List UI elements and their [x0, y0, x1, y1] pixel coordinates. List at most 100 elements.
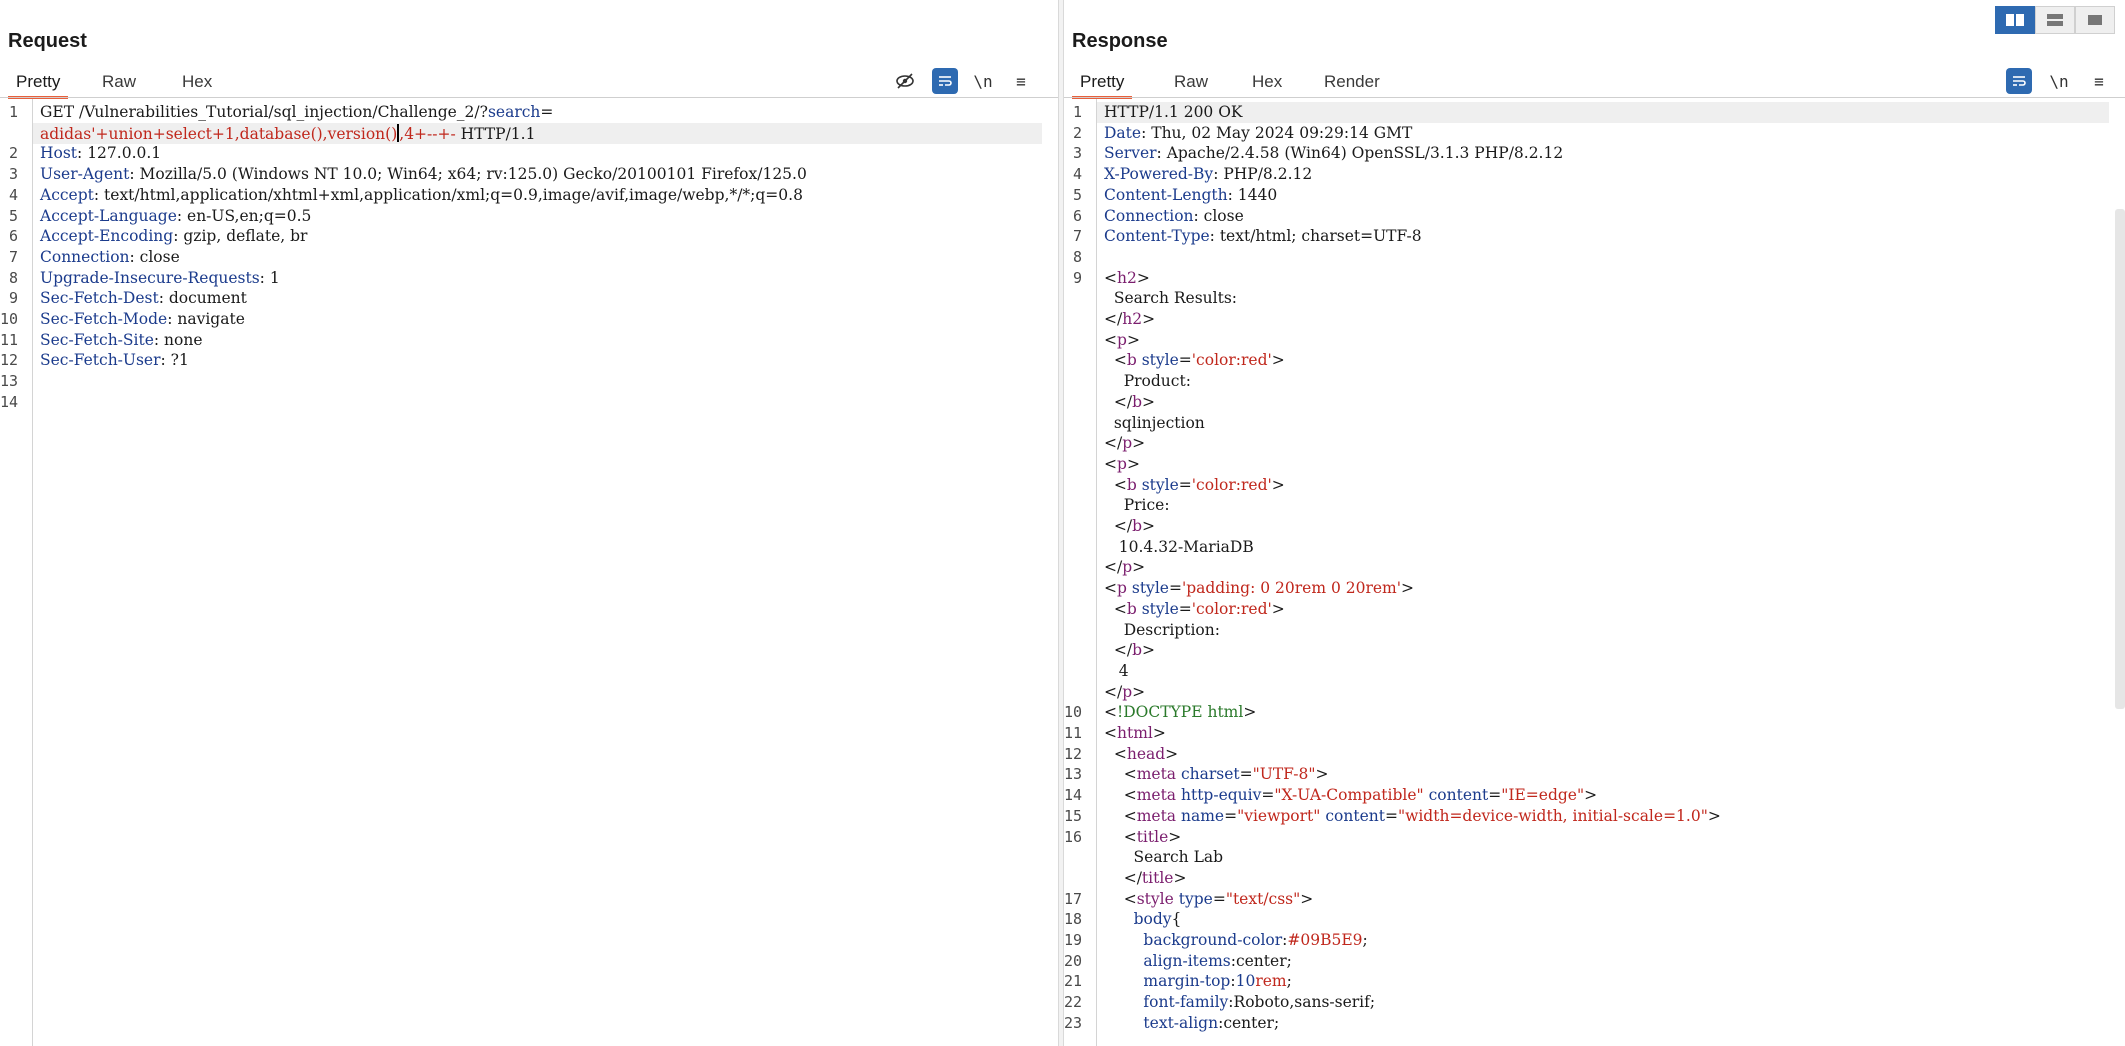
- code-token: User-Agent: [40, 165, 130, 184]
- line-number: 10: [0, 310, 19, 328]
- code-token: >: [1173, 868, 1187, 887]
- line-number: 4: [1072, 165, 1082, 184]
- code-token: Sec-Fetch-Mode: [40, 310, 168, 328]
- line-number: 13: [1064, 765, 1083, 784]
- code-line: X-Powered-By: PHP/8.2.12: [1104, 165, 1312, 183]
- request-tab-pretty[interactable]: Pretty: [8, 70, 69, 99]
- code-line: <h2>: [1104, 269, 1150, 287]
- code-line: Accept-Encoding: gzip, deflate, br: [40, 227, 307, 245]
- code-token: Date: [1104, 123, 1142, 142]
- code-token: >: [1132, 558, 1146, 577]
- code-token: 'color:red': [1191, 599, 1272, 618]
- code-token: : en-US,en;q=0.5: [176, 206, 312, 225]
- code-token: "text/css": [1225, 889, 1301, 908]
- code-token: =: [1239, 765, 1253, 784]
- code-token: : close: [129, 247, 180, 266]
- code-token: >: [1584, 786, 1598, 805]
- menu-icon[interactable]: ≡: [2086, 68, 2112, 94]
- code-token: </: [1104, 310, 1123, 328]
- line-number: 9: [8, 289, 18, 308]
- code-token: >: [1271, 475, 1285, 494]
- request-tab-raw[interactable]: Raw: [94, 70, 144, 96]
- newline-icon[interactable]: \n: [970, 68, 996, 94]
- code-line: Server: Apache/2.4.58 (Win64) OpenSSL/3.…: [1104, 144, 1563, 162]
- code-line: align-items:center;: [1104, 952, 1291, 970]
- response-tab-pretty[interactable]: Pretty: [1072, 70, 1133, 99]
- code-line: <b style='color:red'>: [1104, 600, 1285, 618]
- eye-slash-icon[interactable]: [892, 68, 918, 94]
- code-token: ,4+--+-: [399, 124, 456, 143]
- code-token: : text/html; charset=UTF-8: [1209, 227, 1422, 246]
- code-token: "width=device-width, initial-scale=1.0": [1397, 806, 1708, 825]
- code-line: <p>: [1104, 331, 1140, 349]
- code-token: 4: [1104, 661, 1129, 680]
- split-horizontal-icon[interactable]: [1995, 6, 2035, 34]
- code-token: >: [1132, 434, 1146, 453]
- code-token: style: [1141, 351, 1179, 370]
- request-tab-hex[interactable]: Hex: [174, 70, 220, 96]
- request-pane: Request Pretty Raw Hex \n ≡ 1 GET /Vulner…: [0, 0, 1058, 1046]
- code-token: Description:: [1104, 620, 1220, 639]
- code-line: </title>: [1104, 868, 1187, 887]
- code-token: Content-Length: [1104, 185, 1228, 204]
- code-line: Content-Type: text/html; charset=UTF-8: [1104, 227, 1422, 245]
- code-line: </b>: [1104, 393, 1155, 411]
- line-number: 22: [1064, 993, 1083, 1012]
- code-token: Accept-Encoding: [40, 227, 174, 246]
- code-token: : text/html,application/xhtml+xml,applic…: [93, 185, 803, 204]
- code-token: <: [1104, 268, 1117, 287]
- code-token: 10.4.32-MariaDB: [1104, 537, 1254, 556]
- code-token: style: [1136, 889, 1174, 908]
- menu-icon[interactable]: ≡: [1008, 68, 1034, 94]
- request-editor[interactable]: 1 GET /Vulnerabilities_Tutorial/sql_injec…: [0, 99, 1058, 1046]
- single-pane-icon[interactable]: [2075, 6, 2115, 34]
- line-number: 16: [1064, 827, 1083, 846]
- code-token: p: [1117, 330, 1127, 349]
- response-tab-hex[interactable]: Hex: [1244, 70, 1290, 96]
- code-line: Accept-Language: en-US,en;q=0.5: [40, 207, 311, 225]
- response-scrollbar[interactable]: [2115, 209, 2125, 709]
- line-number: 1: [1072, 103, 1082, 121]
- code-token: h2: [1122, 310, 1143, 328]
- code-token: 'padding: 0 20rem 0 20rem': [1181, 579, 1402, 598]
- wrap-icon[interactable]: [932, 68, 958, 94]
- code-token: : navigate: [167, 310, 245, 328]
- response-editor[interactable]: 1 HTTP/1.1 200 OK 2 Date: Thu, 02 May 2024 …: [1064, 99, 2125, 1046]
- line-number: 14: [1064, 786, 1083, 805]
- code-token: body: [1133, 910, 1172, 929]
- code-token: : close: [1193, 206, 1244, 225]
- code-token: GET /Vulnerabilities_Tutorial/sql_inject…: [40, 103, 488, 121]
- code-token: b: [1126, 475, 1137, 494]
- code-token: Search Lab: [1104, 848, 1224, 867]
- response-tab-render[interactable]: Render: [1316, 70, 1388, 96]
- code-token: type: [1178, 889, 1213, 908]
- code-token: background-color: [1143, 931, 1283, 949]
- code-token: Accept-Language: [40, 206, 177, 225]
- response-tab-raw[interactable]: Raw: [1166, 70, 1216, 96]
- code-token: rem: [1255, 972, 1287, 991]
- code-token: <: [1104, 330, 1117, 349]
- code-line: body{: [1104, 910, 1182, 929]
- code-token: : document: [158, 289, 247, 308]
- code-line: <head>: [1104, 745, 1178, 763]
- code-token: html: [1117, 724, 1153, 742]
- code-token: >: [1315, 765, 1329, 784]
- line-number: 8: [1072, 247, 1082, 266]
- wrap-icon[interactable]: [2006, 68, 2032, 94]
- code-token: : gzip, deflate, br: [173, 227, 308, 246]
- split-vertical-icon[interactable]: [2035, 6, 2075, 34]
- code-token: : Apache/2.4.58 (Win64) OpenSSL/3.1.3 PH…: [1156, 144, 1564, 163]
- code-token: : PHP/8.2.12: [1213, 165, 1313, 184]
- code-token: =: [1261, 786, 1275, 805]
- code-token: <: [1104, 786, 1137, 805]
- newline-icon[interactable]: \n: [2046, 68, 2072, 94]
- code-token: : ?1: [160, 351, 189, 370]
- code-line: Sec-Fetch-Site: none: [40, 331, 203, 349]
- code-token: style: [1131, 579, 1169, 598]
- code-token: h2: [1117, 268, 1137, 287]
- code-token: <: [1104, 724, 1117, 742]
- code-token: sqlinjection: [1104, 413, 1205, 432]
